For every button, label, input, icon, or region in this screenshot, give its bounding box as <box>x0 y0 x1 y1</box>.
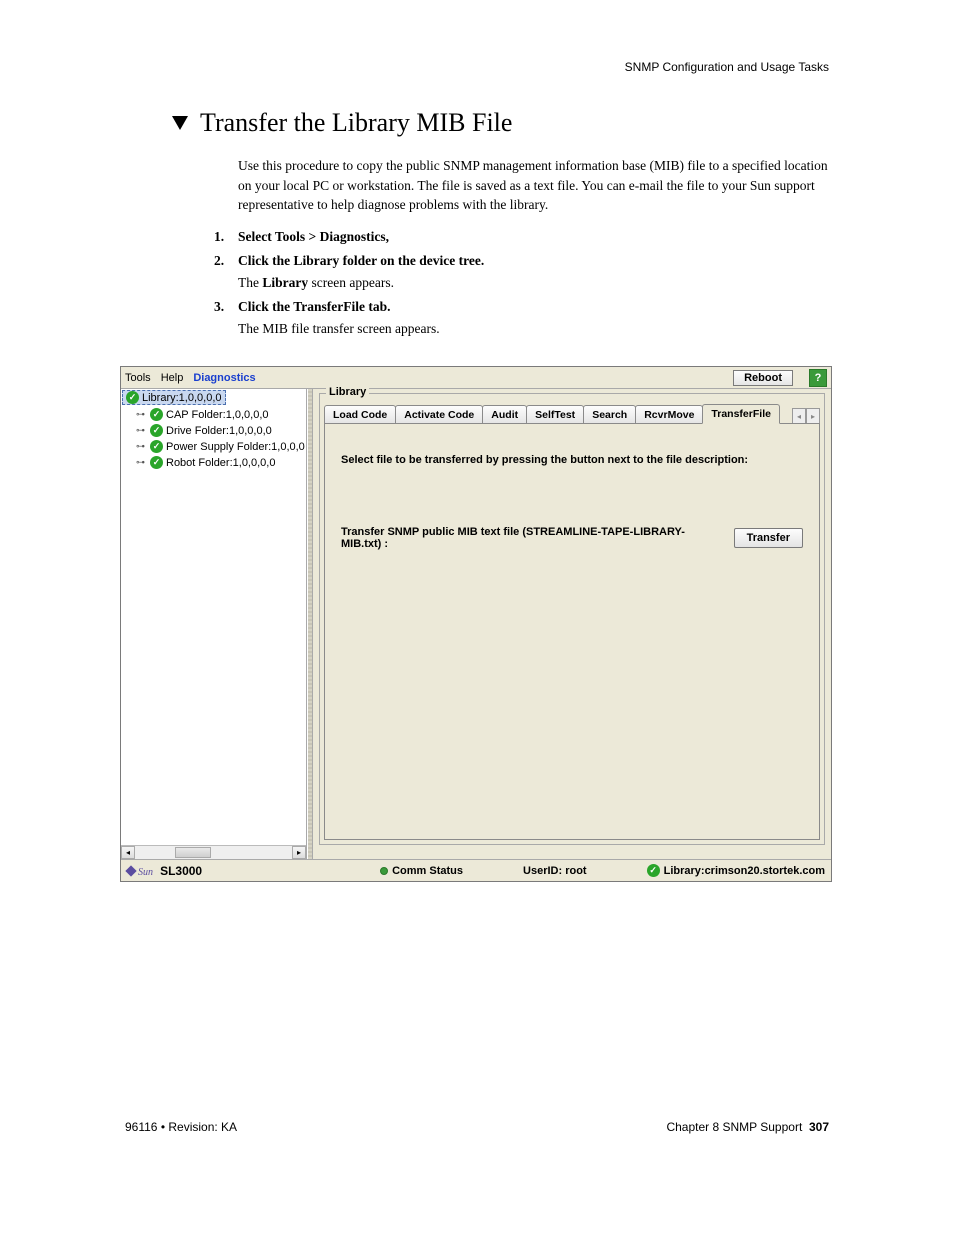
comm-status-icon <box>380 867 388 875</box>
tab-loadcode[interactable]: Load Code <box>324 405 396 424</box>
check-icon: ✓ <box>150 408 163 421</box>
check-icon: ✓ <box>126 391 139 404</box>
tab-scroll-left-icon[interactable]: ◂ <box>792 408 806 424</box>
reboot-button[interactable]: Reboot <box>733 370 793 386</box>
status-bar: Sun SL3000 Comm Status UserID: root ✓ Li… <box>121 859 831 881</box>
tab-selftest[interactable]: SelfTest <box>526 405 584 424</box>
library-fieldset: Library Load Code Activate Code Audit Se… <box>319 393 825 845</box>
expand-icon[interactable]: ⊶ <box>136 441 145 452</box>
tree-item-drive[interactable]: ⊶ ✓ Drive Folder:1,0,0,0,0 <box>136 424 305 437</box>
expand-icon[interactable]: ⊶ <box>136 457 145 468</box>
library-status: ✓ Library:crimson20.stortek.com <box>647 864 825 877</box>
step-number: 3. <box>214 299 232 315</box>
tab-scroll-right-icon[interactable]: ▸ <box>806 408 820 424</box>
page-title-text: Transfer the Library MIB File <box>200 108 512 138</box>
check-icon: ✓ <box>647 864 660 877</box>
footer-left: 96116 • Revision: KA <box>125 1120 237 1134</box>
device-tree-panel: ✓ Library:1,0,0,0,0 ⊶ ✓ CAP Folder:1,0,0… <box>121 389 307 859</box>
tree-root-library[interactable]: ✓ Library:1,0,0,0,0 <box>122 390 226 405</box>
check-icon: ✓ <box>150 440 163 453</box>
scroll-left-icon[interactable]: ◂ <box>121 846 135 859</box>
main-panel: Library Load Code Activate Code Audit Se… <box>313 389 831 859</box>
user-id: UserID: root <box>523 865 587 877</box>
scroll-right-icon[interactable]: ▸ <box>292 846 306 859</box>
tab-audit[interactable]: Audit <box>482 405 527 424</box>
menu-help[interactable]: Help <box>161 372 184 384</box>
page-footer: 96116 • Revision: KA Chapter 8 SNMP Supp… <box>125 1120 829 1134</box>
instruction-text: Select file to be transferred by pressin… <box>341 454 803 466</box>
tab-transferfile[interactable]: TransferFile <box>702 404 780 424</box>
tree-item-cap[interactable]: ⊶ ✓ CAP Folder:1,0,0,0,0 <box>136 408 305 421</box>
step-text: Select Tools > Diagnostics, <box>238 229 389 245</box>
expand-icon[interactable]: ⊶ <box>136 409 145 420</box>
step-subtext: The MIB file transfer screen appears. <box>238 321 830 337</box>
intro-paragraph: Use this procedure to copy the public SN… <box>238 156 830 215</box>
menu-tools[interactable]: Tools <box>125 372 151 384</box>
footer-right: Chapter 8 SNMP Support 307 <box>666 1120 829 1134</box>
help-icon[interactable]: ? <box>809 369 827 387</box>
triangle-down-icon <box>172 116 188 130</box>
tree-item-powersupply[interactable]: ⊶ ✓ Power Supply Folder:1,0,0,0 <box>136 440 305 453</box>
steps-list: 1. Select Tools > Diagnostics, 2. Click … <box>214 229 830 337</box>
expand-icon[interactable]: ⊶ <box>136 425 145 436</box>
check-icon: ✓ <box>150 424 163 437</box>
tab-activatecode[interactable]: Activate Code <box>395 405 483 424</box>
running-header: SNMP Configuration and Usage Tasks <box>625 60 829 74</box>
comm-status: Comm Status <box>380 865 463 877</box>
sun-diamond-icon <box>125 865 136 876</box>
fieldset-legend: Library <box>326 386 369 398</box>
scroll-thumb[interactable] <box>175 847 211 858</box>
step-text: Click the Library folder on the device t… <box>238 253 484 269</box>
transfer-button[interactable]: Transfer <box>734 528 803 548</box>
transfer-file-label: Transfer SNMP public MIB text file (STRE… <box>341 526 716 550</box>
check-icon: ✓ <box>150 456 163 469</box>
step-subtext: The Library screen appears. <box>238 275 830 291</box>
page-title: Transfer the Library MIB File <box>172 108 830 138</box>
tab-search[interactable]: Search <box>583 405 636 424</box>
step-number: 1. <box>214 229 232 245</box>
step-text: Click the TransferFile tab. <box>238 299 390 315</box>
tab-bar: Load Code Activate Code Audit SelfTest S… <box>324 402 820 424</box>
menu-diagnostics[interactable]: Diagnostics <box>193 372 255 384</box>
tab-rcvrmove[interactable]: RcvrMove <box>635 405 703 424</box>
app-window: Tools Help Diagnostics Reboot ? ✓ Librar… <box>120 366 832 882</box>
tab-content: Select file to be transferred by pressin… <box>324 423 820 840</box>
step-number: 2. <box>214 253 232 269</box>
brand-logo: Sun SL3000 <box>127 864 202 878</box>
menu-bar: Tools Help Diagnostics Reboot ? <box>121 367 831 389</box>
horizontal-scrollbar[interactable]: ◂ ▸ <box>121 845 306 859</box>
tree-item-robot[interactable]: ⊶ ✓ Robot Folder:1,0,0,0,0 <box>136 456 305 469</box>
